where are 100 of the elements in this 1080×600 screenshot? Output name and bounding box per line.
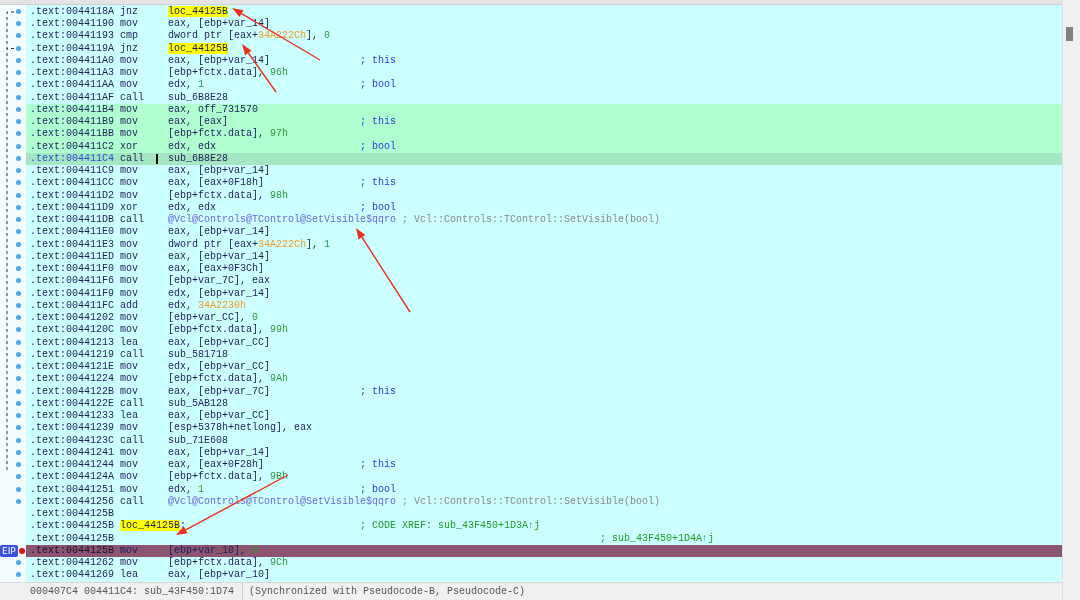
breakpoint-dot[interactable] bbox=[16, 400, 21, 406]
operand-text[interactable]: [ebp+fctx.data], 9Ch bbox=[168, 557, 354, 570]
address-text[interactable]: .text:004411ED bbox=[30, 250, 114, 264]
address-text[interactable]: .text:00441213 bbox=[30, 336, 114, 349]
address-text[interactable]: .text:004411A3 bbox=[30, 67, 114, 80]
address-text[interactable]: .text:0044119A bbox=[30, 42, 114, 55]
breakpoint-dot[interactable] bbox=[16, 204, 21, 210]
address-text[interactable]: .text:004411DB bbox=[30, 214, 114, 227]
operand-text[interactable]: sub_71E608 bbox=[168, 434, 354, 447]
breakpoint-dot[interactable] bbox=[16, 217, 21, 223]
address-text[interactable]: .text:004411F6 bbox=[30, 275, 114, 288]
operand-text[interactable]: eax, [eax+0F3Ch] bbox=[168, 263, 354, 276]
operand-text[interactable]: loc_44125B bbox=[168, 5, 354, 19]
operand-text[interactable]: eax, [ebp+var_CC] bbox=[168, 336, 354, 349]
breakpoint-dot[interactable] bbox=[16, 560, 21, 566]
operand-text[interactable]: eax, [eax+0F18h] bbox=[168, 177, 354, 190]
operand-text[interactable]: sub_6B8E28 bbox=[168, 91, 354, 104]
address-text[interactable]: .text:004411FC bbox=[30, 299, 114, 313]
address-text[interactable]: .text:00441269 bbox=[30, 569, 114, 582]
address-text[interactable]: .text:0044124A bbox=[30, 471, 114, 484]
operand-text[interactable]: eax, off_731570 bbox=[168, 103, 354, 117]
address-text[interactable]: .text:004411C2 bbox=[30, 140, 114, 153]
breakpoint-dot[interactable] bbox=[16, 253, 21, 259]
breakpoint-dot[interactable] bbox=[16, 572, 21, 578]
address-text[interactable]: .text:00441251 bbox=[30, 483, 114, 496]
address-text[interactable]: .text:00441202 bbox=[30, 312, 114, 325]
breakpoint-dot[interactable] bbox=[16, 70, 21, 76]
operand-text[interactable]: [ebp+fctx.data], 98h bbox=[168, 189, 354, 202]
operand-text[interactable]: edx, [ebp+var_14] bbox=[168, 287, 354, 300]
address-text[interactable]: .text:0044122E bbox=[30, 397, 114, 411]
address-text[interactable]: .text:00441190 bbox=[30, 18, 114, 31]
address-text[interactable]: .text:00441239 bbox=[30, 422, 114, 435]
operand-text[interactable]: [ebp+var_7C], eax bbox=[168, 275, 354, 288]
operand-text[interactable]: eax, [ebp+var_14] bbox=[168, 250, 354, 264]
breakpoint-dot[interactable] bbox=[16, 266, 21, 272]
address-text[interactable]: .text:004411D9 bbox=[30, 201, 114, 215]
operand-text[interactable]: dword ptr [eax+34A222Ch], 1 bbox=[168, 238, 354, 251]
breakpoint-dot[interactable] bbox=[16, 192, 21, 198]
operand-text[interactable]: edx, 1 bbox=[168, 79, 354, 92]
breakpoint-dot[interactable] bbox=[16, 131, 21, 137]
address-text[interactable]: .text:004411E0 bbox=[30, 226, 114, 239]
operand-text[interactable]: eax, [ebp+var_CC] bbox=[168, 410, 354, 423]
address-text[interactable]: .text:004411A0 bbox=[30, 54, 114, 68]
address-text[interactable]: .text:004411BB bbox=[30, 128, 114, 141]
breakpoint-dot[interactable] bbox=[16, 376, 21, 382]
breakpoint-dot[interactable] bbox=[16, 327, 21, 333]
address-text[interactable]: .text:0044118A bbox=[30, 5, 114, 19]
breakpoint-dot[interactable] bbox=[16, 364, 21, 370]
breakpoint-dot[interactable] bbox=[16, 33, 21, 39]
breakpoint-dot[interactable] bbox=[16, 45, 21, 51]
address-text[interactable]: .text:00441256 bbox=[30, 495, 114, 509]
breakpoint-dot[interactable] bbox=[16, 278, 21, 284]
operand-text[interactable]: edx, 34A2230h bbox=[168, 299, 354, 313]
breakpoint-dot[interactable] bbox=[16, 94, 21, 100]
address-text[interactable]: .text:004411C4 bbox=[30, 152, 114, 166]
address-text[interactable]: .text:0044125B bbox=[30, 532, 114, 545]
operand-text[interactable]: [ebp+fctx.data], 9Bh bbox=[168, 471, 354, 484]
address-text[interactable]: .text:00441193 bbox=[30, 30, 114, 43]
breakpoint-dot[interactable] bbox=[16, 82, 21, 88]
breakpoint-dot[interactable] bbox=[16, 449, 21, 455]
breakpoint-dot[interactable] bbox=[16, 302, 21, 308]
operand-text[interactable]: eax, [eax] bbox=[168, 116, 354, 129]
operand-text[interactable]: [ebp+fctx.data], 99h bbox=[168, 324, 354, 337]
breakpoint-dot[interactable] bbox=[16, 486, 21, 492]
operand-text[interactable]: edx, edx bbox=[168, 201, 354, 215]
address-text[interactable]: .text:0044125B bbox=[30, 508, 114, 521]
breakpoint-dot[interactable] bbox=[16, 57, 21, 63]
address-text[interactable]: .text:004411CC bbox=[30, 177, 114, 190]
operand-text[interactable]: [ebp+var_CC], 0 bbox=[168, 312, 354, 325]
address-text[interactable]: .text:004411F9 bbox=[30, 287, 114, 300]
breakpoint-dot[interactable] bbox=[16, 8, 21, 14]
address-text[interactable]: .text:004411E3 bbox=[30, 238, 114, 251]
breakpoint-dot[interactable] bbox=[16, 413, 21, 419]
breakpoint-dot[interactable] bbox=[16, 425, 21, 431]
address-text[interactable]: .text:00441219 bbox=[30, 348, 114, 362]
address-text[interactable]: .text:004411B9 bbox=[30, 116, 114, 129]
breakpoint-dot[interactable] bbox=[16, 388, 21, 394]
address-text[interactable]: .text:00441233 bbox=[30, 410, 114, 423]
breakpoint-dot[interactable] bbox=[16, 143, 21, 149]
breakpoint-dot[interactable] bbox=[16, 498, 21, 504]
operand-text[interactable]: eax, [eax+0F28h] bbox=[168, 459, 354, 472]
breakpoint-dot[interactable] bbox=[16, 290, 21, 296]
operand-text[interactable]: sub_5AB128 bbox=[168, 397, 354, 411]
breakpoint-dot[interactable] bbox=[16, 462, 21, 468]
address-text[interactable]: .text:004411AF bbox=[30, 91, 114, 104]
operand-text[interactable]: edx, 1 bbox=[168, 483, 354, 496]
address-text[interactable]: .text:004411D2 bbox=[30, 189, 114, 202]
breakpoint-dot[interactable] bbox=[19, 547, 25, 554]
operand-text[interactable]: edx, [ebp+var_CC] bbox=[168, 361, 354, 374]
breakpoint-dot[interactable] bbox=[16, 155, 21, 161]
operand-text[interactable]: eax, [ebp+var_7C] bbox=[168, 385, 354, 398]
operand-text[interactable]: edx, edx bbox=[168, 140, 354, 153]
breakpoint-dot[interactable] bbox=[16, 229, 21, 235]
operand-text[interactable]: eax, [ebp+var_14] bbox=[168, 446, 354, 460]
address-text[interactable]: .text:004411B4 bbox=[30, 103, 114, 117]
address-text[interactable]: .text:0044125B bbox=[30, 520, 114, 533]
operand-text[interactable]: sub_6B8E28 bbox=[168, 152, 354, 166]
operand-text[interactable]: [ebp+fctx.data], 96h bbox=[168, 67, 354, 80]
breakpoint-dot[interactable] bbox=[16, 180, 21, 186]
operand-text[interactable]: eax, [ebp+var_14] bbox=[168, 226, 354, 239]
